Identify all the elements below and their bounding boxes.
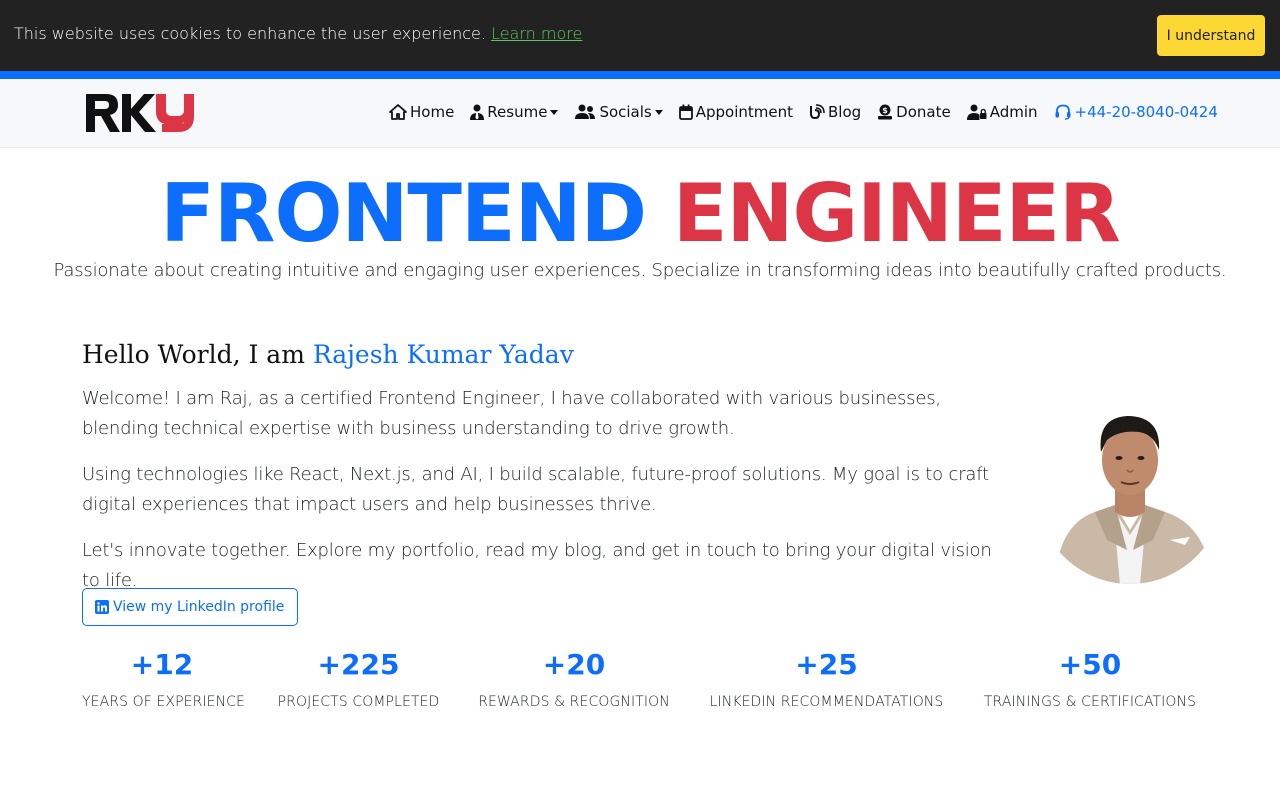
linkedin-button-label: View my LinkedIn profile [113,599,285,615]
calendar-icon [678,104,693,120]
headset-icon [1055,104,1071,120]
nav-home-label: Home [410,103,455,121]
hero-title-part1: FRONTEND [160,167,647,260]
greeting-text: Hello World, I am [82,340,305,369]
nav-admin-label: Admin [989,103,1038,121]
nav-socials[interactable]: Socials [574,103,663,121]
greeting-heading: Hello World, I am Rajesh Kumar Yadav [82,340,574,369]
nav-admin[interactable]: Admin [966,103,1038,121]
learn-more-link[interactable]: Learn more [491,24,582,43]
navbar: Home Resume Socials Appointment Blog $ D… [0,79,1280,148]
cookie-accept-button[interactable]: I understand [1157,15,1265,56]
nav-blog[interactable]: Blog [809,103,861,121]
blog-icon [810,104,825,120]
profile-photo [1035,390,1225,584]
nav-resume[interactable]: Resume [470,103,559,121]
nav-appointment[interactable]: Appointment [678,103,793,121]
hero-subtitle: Passionate about creating intuitive and … [53,260,1227,281]
stat-recommendations: +25 LINKEDIN RECOMMENDATATIONS [705,648,948,710]
stat-label: LINKEDIN RECOMMENDATATIONS [709,694,944,710]
greeting-name: Rajesh Kumar Yadav [312,340,574,369]
stat-value: +12 [130,648,194,681]
stat-experience: +12 YEARS OF EXPERIENCE [82,648,245,710]
stat-label: REWARDS & RECOGNITION [478,694,670,710]
nav-home[interactable]: Home [389,103,454,121]
stat-rewards: +20 REWARDS & RECOGNITION [475,648,673,710]
users-icon [575,104,596,119]
linkedin-profile-button[interactable]: View my LinkedIn profile [82,588,298,626]
hero-title-part2: ENGINEER [672,167,1121,260]
stat-projects: +225 PROJECTS COMPLETED [276,648,441,710]
intro-paragraph-1: Welcome! I am Raj, as a certified Fronte… [82,388,941,439]
accent-bar [0,71,1280,79]
user-tie-icon [470,104,485,120]
cookie-banner: This website uses cookies to enhance the… [0,0,1280,71]
nav-donate-label: Donate [896,103,951,121]
nav-socials-label: Socials [599,103,652,121]
nav-appointment-label: Appointment [695,103,793,121]
nav-phone[interactable]: +44-20-8040-0424 [1054,103,1218,121]
linkedin-icon [95,600,109,614]
stat-value: +20 [542,648,606,681]
stat-value: +25 [795,648,858,681]
chevron-down-icon [654,109,663,115]
cookie-text: This website uses cookies to enhance the… [14,24,486,43]
stat-label: YEARS OF EXPERIENCE [82,694,245,710]
intro-paragraph-3: Let's innovate together. Explore my port… [82,540,992,591]
nav-phone-label: +44-20-8040-0424 [1074,103,1218,121]
user-lock-icon [966,104,987,120]
intro-paragraph-2: Using technologies like React, Next.js, … [82,464,989,515]
stat-label: PROJECTS COMPLETED [277,694,440,710]
main-nav: Home Resume Socials Appointment Blog $ D… [389,103,1218,121]
hero-title: FRONTEND ENGINEER [0,170,1280,258]
nav-blog-label: Blog [828,103,862,121]
nav-resume-label: Resume [487,103,548,121]
stat-certifications: +50 TRAININGS & CERTIFICATIONS [980,648,1200,710]
svg-text:$: $ [882,106,888,115]
logo[interactable] [86,94,198,132]
avatar [1035,390,1225,585]
stat-value: +50 [1058,648,1122,681]
chevron-down-icon [550,109,559,115]
stat-value: +225 [317,648,400,681]
cookie-message: This website uses cookies to enhance the… [14,24,582,43]
stat-label: TRAININGS & CERTIFICATIONS [983,694,1197,710]
home-icon [389,104,407,120]
donate-icon: $ [878,104,893,120]
nav-donate[interactable]: $ Donate [877,103,951,121]
